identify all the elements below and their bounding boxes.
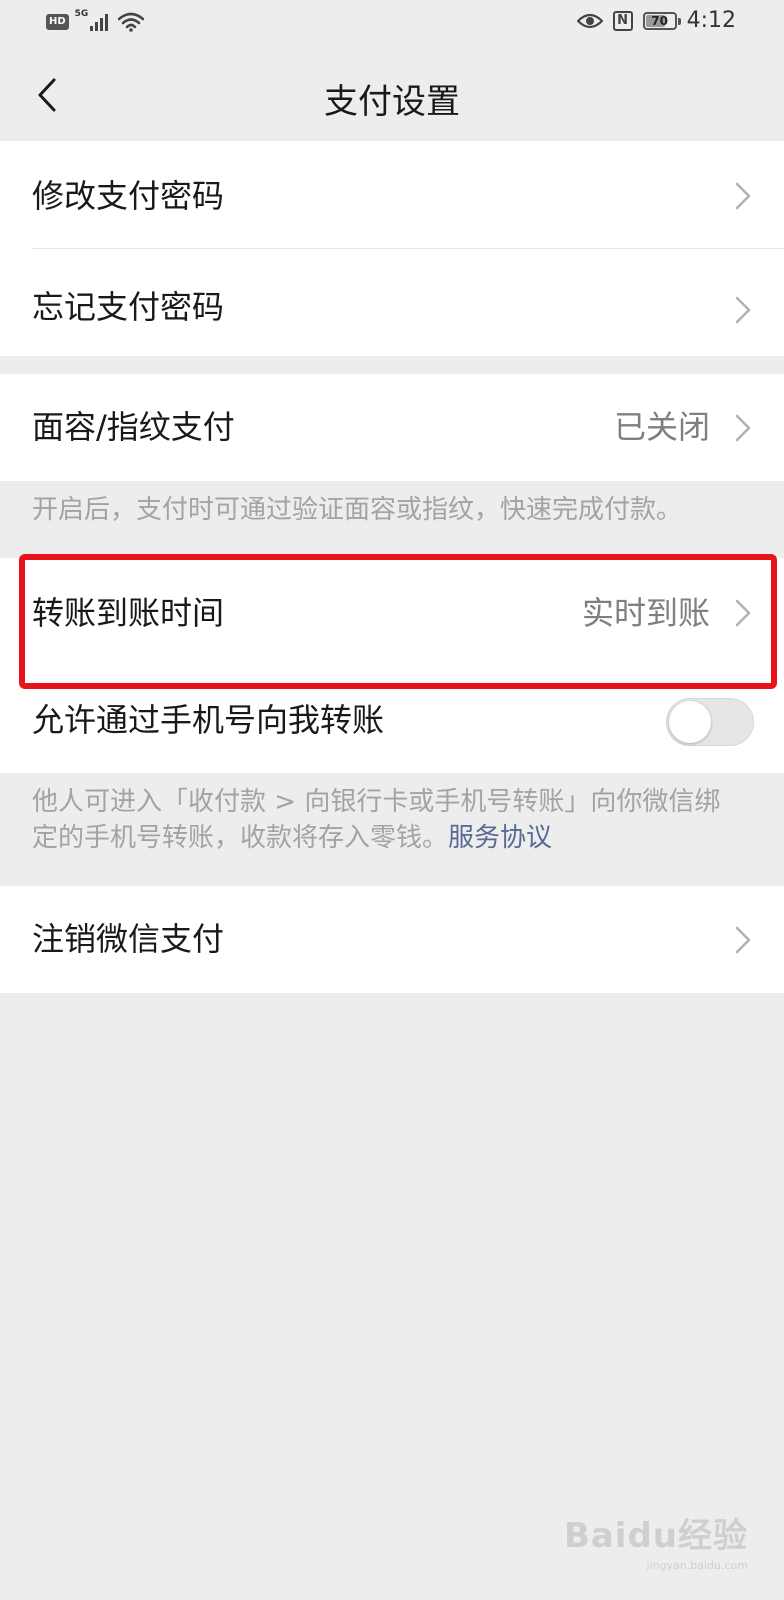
forgot-password-label: 忘记支付密码 bbox=[32, 288, 225, 326]
phone-transfer-toggle[interactable] bbox=[666, 698, 754, 746]
service-agreement-link[interactable]: 服务协议 bbox=[448, 823, 552, 853]
signal-icon bbox=[90, 14, 109, 31]
phone-transfer-tip: 他人可进入「收付款 > 向银行卡或手机号转账」向你微信绑定的手机号转账，收款将存… bbox=[32, 784, 744, 856]
watermark-url: jingyan.baidu.com bbox=[646, 1559, 748, 1572]
cancel-group: 注销微信支付 bbox=[0, 886, 784, 993]
wifi-icon bbox=[118, 12, 145, 32]
transfer-arrival-time-cell[interactable]: 转账到账时间 实时到账 bbox=[0, 558, 784, 668]
phone-transfer-cell: 允许通过手机号向我转账 bbox=[0, 668, 784, 773]
cancel-wechat-pay-cell[interactable]: 注销微信支付 bbox=[0, 886, 784, 993]
watermark: Baidu经验 jingyan.baidu.com bbox=[564, 1508, 748, 1572]
transfer-group: 转账到账时间 实时到账 允许通过手机号向我转账 bbox=[0, 558, 784, 773]
chevron-right-icon bbox=[735, 296, 751, 324]
watermark-logo: Baidu经验 bbox=[563, 1516, 748, 1556]
cancel-wechat-pay-label: 注销微信支付 bbox=[32, 920, 225, 958]
divider bbox=[32, 248, 784, 249]
forgot-password-cell[interactable]: 忘记支付密码 bbox=[0, 251, 784, 356]
eye-icon bbox=[576, 13, 603, 28]
chevron-right-icon bbox=[735, 182, 751, 210]
phone-transfer-label: 允许通过手机号向我转账 bbox=[32, 701, 385, 739]
clock: 4:12 bbox=[686, 8, 736, 33]
status-left: HD 5G bbox=[46, 9, 145, 32]
password-group: 修改支付密码 忘记支付密码 bbox=[0, 141, 784, 356]
change-password-cell[interactable]: 修改支付密码 bbox=[0, 141, 784, 251]
toggle-knob bbox=[669, 701, 711, 743]
phone-transfer-tip-text: 他人可进入「收付款 > 向银行卡或手机号转账」向你微信绑定的手机号转账，收款将存… bbox=[32, 787, 721, 853]
battery-icon: 70 bbox=[642, 11, 681, 30]
biometric-pay-label: 面容/指纹支付 bbox=[32, 408, 235, 446]
chevron-right-icon bbox=[735, 414, 751, 442]
nfc-icon: N bbox=[612, 10, 633, 31]
change-password-label: 修改支付密码 bbox=[32, 177, 225, 215]
status-bar: HD 5G N 70 4:12 bbox=[0, 0, 784, 48]
page-title: 支付设置 bbox=[324, 82, 460, 122]
battery-level: 70 bbox=[651, 13, 668, 28]
transfer-arrival-time-label: 转账到账时间 bbox=[32, 594, 225, 632]
nav-bar: 支付设置 bbox=[0, 48, 784, 142]
chevron-right-icon bbox=[735, 926, 751, 954]
chevron-right-icon bbox=[735, 599, 751, 627]
biometric-tip: 开启后，支付时可通过验证面容或指纹，快速完成付款。 bbox=[32, 495, 683, 525]
network-type: 5G bbox=[74, 9, 89, 19]
transfer-arrival-time-value: 实时到账 bbox=[581, 594, 710, 632]
biometric-group: 面容/指纹支付 已关闭 bbox=[0, 374, 784, 481]
status-right: N 70 4:12 bbox=[576, 8, 736, 33]
hd-badge: HD bbox=[46, 14, 69, 30]
biometric-pay-status: 已关闭 bbox=[613, 408, 710, 446]
biometric-pay-cell[interactable]: 面容/指纹支付 已关闭 bbox=[0, 374, 784, 481]
